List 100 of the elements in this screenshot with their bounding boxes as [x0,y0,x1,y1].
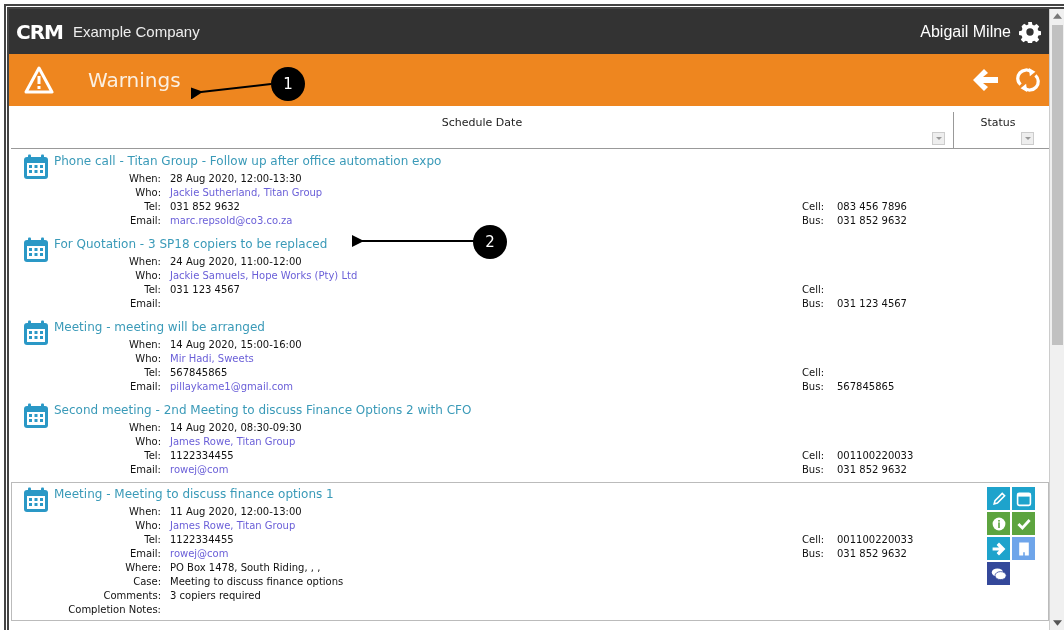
phone-value: 001100220033 [837,533,915,547]
calendar-icon [1015,490,1032,507]
page-title: Warnings [88,68,181,92]
field-link[interactable]: pillaykame1@gmail.com [170,380,802,394]
activity-title[interactable]: Phone call - Titan Group - Follow up after office automation expo [54,154,442,168]
chat-icon [990,565,1007,582]
field-link[interactable]: Jackie Sutherland, Titan Group [170,186,802,200]
info-button[interactable] [987,512,1010,535]
field-value: PO Box 1478, South Riding, , , [170,561,322,575]
field-value: 567845865 [170,366,229,380]
field-label: Who: [134,186,161,200]
field-label: Tel: [143,200,161,214]
field-value: 28 Aug 2020, 12:00-13:30 [170,172,303,186]
phone-label: Bus: [802,214,825,228]
field-label: Tel: [143,533,161,547]
phone-value: 567845865 [837,380,896,394]
crm-logo: CRM [16,19,63,44]
pencil-icon [990,490,1007,507]
field-link[interactable]: rowej@com [170,463,802,477]
phone-value: 031 852 9632 [837,214,908,228]
field-label: Where: [124,561,161,575]
activity-title[interactable]: For Quotation - 3 SP18 copiers to be replaced [54,237,328,251]
chat-button[interactable] [987,562,1010,585]
field-label: Email: [128,380,161,394]
field-value: 1122334455 [170,533,235,547]
field-label: Tel: [143,366,161,380]
calendar-icon [23,154,49,180]
phone-label: Cell: [802,533,826,547]
field-label: Case: [132,575,161,589]
field-link[interactable]: Jackie Samuels, Hope Works (Pty) Ltd [170,269,802,283]
calendar-icon [23,320,49,346]
calendar-icon [23,487,49,513]
field-label: When: [127,255,161,269]
user-name[interactable]: Abigail Milne [920,22,1011,41]
selected-row[interactable] [11,482,1049,621]
phone-label: Bus: [802,380,825,394]
field-label: Email: [128,297,161,311]
field-link[interactable]: marc.repsold@co3.co.za [170,214,802,228]
phone-label: Cell: [802,366,826,380]
activity-title[interactable]: Second meeting - 2nd Meeting to discuss Finance Options 2 with CFO [54,403,472,417]
company-name: Example Company [73,23,200,40]
scrollbar[interactable] [1050,9,1064,630]
pencil-button[interactable] [987,487,1010,510]
phone-value: 083 456 7896 [837,200,908,214]
activity-title[interactable]: Meeting - meeting will be arranged [54,320,265,334]
phone-label: Cell: [802,449,826,463]
calendar-button[interactable] [1012,487,1035,510]
phone-label: Cell: [802,283,826,297]
field-link[interactable]: James Rowe, Titan Group [170,519,802,533]
phone-value: 031 852 9632 [837,463,908,477]
field-value: Meeting to discuss finance options [170,575,345,589]
calendar-icon [23,237,49,263]
field-value: 031 852 9632 [170,200,241,214]
back-arrow-icon[interactable] [971,66,999,94]
field-link[interactable]: rowej@com [170,547,802,561]
calendar-icon [23,403,49,429]
field-label: Email: [128,463,161,477]
phone-value: 001100220033 [837,449,915,463]
filter-dropdown[interactable] [1021,132,1034,145]
field-label: Who: [134,352,161,366]
phone-value: 031 123 4567 [837,297,908,311]
field-value: 031 123 4567 [170,283,241,297]
field-label: Email: [128,547,161,561]
field-link[interactable]: James Rowe, Titan Group [170,435,802,449]
column-header[interactable]: Schedule Date [441,116,523,129]
field-value: 3 copiers required [170,589,262,603]
field-label: Tel: [143,449,161,463]
arrow-right-icon [990,540,1007,557]
column-header[interactable]: Status [980,116,1016,129]
info-icon [990,515,1007,532]
phone-label: Bus: [802,297,825,311]
field-link[interactable]: Mir Hadi, Sweets [170,352,802,366]
scrollbar-thumb[interactable] [1051,25,1063,345]
field-label: When: [127,505,161,519]
field-value: 14 Aug 2020, 08:30-09:30 [170,421,303,435]
callout-marker: 2 [473,225,507,259]
field-value: 14 Aug 2020, 15:00-16:00 [170,338,303,352]
settings-icon[interactable] [1019,20,1041,43]
filter-dropdown[interactable] [932,132,945,145]
phone-label: Cell: [802,200,826,214]
phone-label: Bus: [802,463,825,477]
field-label: Tel: [143,283,161,297]
field-label: Who: [134,519,161,533]
field-label: Completion Notes: [67,603,161,617]
field-label: When: [127,172,161,186]
scroll-down-icon[interactable] [1052,620,1062,626]
warning-icon [24,66,54,94]
field-label: Who: [134,435,161,449]
phone-value: 031 852 9632 [837,547,908,561]
field-value: 1122334455 [170,449,235,463]
activity-title[interactable]: Meeting - Meeting to discuss finance options 1 [54,487,334,501]
field-label: Comments: [102,589,161,603]
scroll-up-icon[interactable] [1052,13,1062,19]
refresh-icon[interactable] [1015,66,1041,94]
phone-label: Bus: [802,547,825,561]
check-button[interactable] [1012,512,1035,535]
field-value: 24 Aug 2020, 11:00-12:00 [170,255,303,269]
field-label: When: [127,338,161,352]
field-label: Who: [134,269,161,283]
field-label: When: [127,421,161,435]
